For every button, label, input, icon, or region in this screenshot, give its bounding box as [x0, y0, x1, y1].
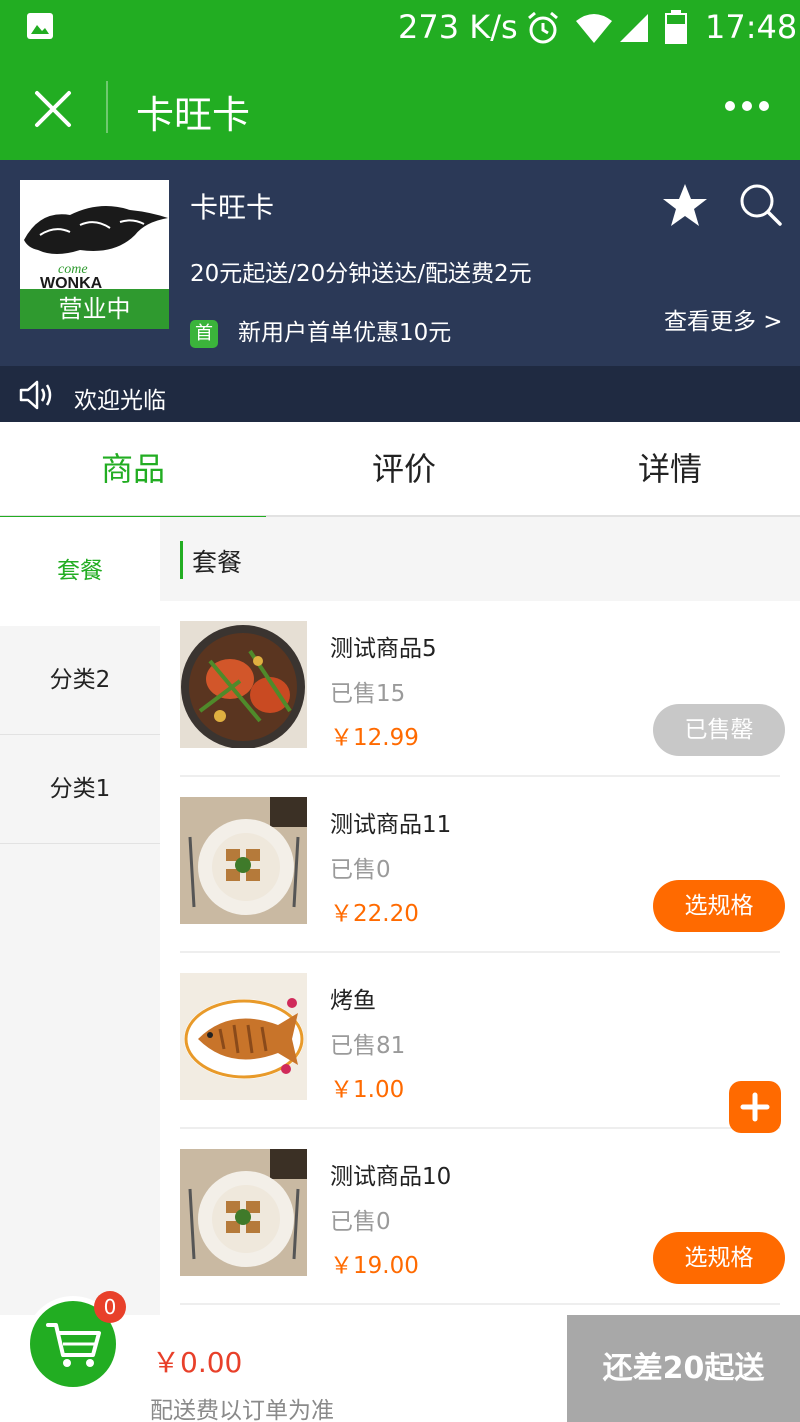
cart-total: ￥0.00: [152, 1346, 243, 1379]
category-item-1[interactable]: 分类1: [0, 735, 160, 844]
product-name: 测试商品11: [330, 812, 452, 838]
cart-count-badge: 0: [94, 1291, 126, 1323]
tab-details[interactable]: 详情: [537, 422, 800, 517]
close-icon[interactable]: [32, 88, 74, 130]
view-more-link[interactable]: 查看更多 >: [664, 302, 783, 336]
choose-spec-button[interactable]: 选规格: [653, 880, 785, 932]
checkout-button[interactable]: 还差20起送: [567, 1315, 800, 1422]
image-icon: [27, 13, 53, 39]
product-sold-count: 已售15: [330, 681, 406, 707]
section-header: 套餐: [160, 517, 800, 601]
add-to-cart-button[interactable]: [729, 1081, 781, 1133]
product-sold-count: 已售0: [330, 857, 391, 883]
notice-bar: 欢迎光临: [0, 366, 800, 422]
alarm-icon: [528, 11, 558, 44]
search-icon[interactable]: [738, 182, 782, 226]
section-accent-bar: [180, 541, 183, 579]
product-list: 测试商品5 已售15 ￥12.99 已售罄 测试商品11 已售0 ￥22.20 …: [160, 601, 800, 1317]
category-item-combo[interactable]: 套餐: [0, 517, 160, 626]
product-price: ￥22.20: [330, 901, 419, 927]
tab-bar: 商品 评价 详情: [0, 422, 800, 519]
notice-text: 欢迎光临: [74, 388, 166, 414]
product-image-plate: [180, 1149, 307, 1276]
product-price: ￥19.00: [330, 1253, 419, 1279]
battery-icon: [665, 10, 687, 44]
product-sold-count: 已售0: [330, 1209, 391, 1235]
nav-divider: [106, 81, 108, 133]
category-item-2[interactable]: 分类2: [0, 626, 160, 735]
signal-icon: [620, 14, 648, 42]
plus-icon: [740, 1092, 770, 1122]
product-item[interactable]: 测试商品5 已售15 ￥12.99 已售罄: [180, 601, 785, 777]
delivery-fee-note: 配送费以订单为准: [150, 1398, 334, 1422]
store-logo: come WONKA 营业中: [20, 180, 169, 329]
product-item[interactable]: 烤鱼 已售81 ￥1.00: [180, 953, 781, 1133]
sold-out-button: 已售罄: [653, 704, 785, 756]
cart-bar: 0 ￥0.00 配送费以订单为准 还差20起送: [0, 1291, 800, 1422]
product-name: 测试商品5: [330, 636, 437, 662]
product-name: 烤鱼: [330, 988, 376, 1014]
product-image-plate: [180, 797, 307, 924]
section-title: 套餐: [192, 548, 243, 577]
category-sidebar: 套餐 分类2 分类1: [0, 517, 160, 1317]
choose-spec-button[interactable]: 选规格: [653, 1232, 785, 1284]
product-image-fish: [180, 973, 307, 1100]
tab-goods[interactable]: 商品: [0, 422, 266, 519]
store-header: come WONKA 营业中 卡旺卡 20元起送/20分钟送达/配送费2元 首 …: [0, 160, 800, 366]
status-bar: 273 K/s 17:48: [0, 0, 800, 54]
store-status-badge: 营业中: [20, 289, 169, 329]
first-order-badge: 首: [190, 320, 218, 348]
more-icon[interactable]: [724, 98, 770, 114]
tab-reviews[interactable]: 评价: [271, 422, 537, 517]
product-name: 测试商品10: [330, 1164, 452, 1190]
wifi-icon: [576, 14, 612, 43]
product-price: ￥12.99: [330, 725, 419, 751]
favorite-star-icon[interactable]: [661, 182, 709, 228]
product-item[interactable]: 测试商品10 已售0 ￥19.00 选规格: [180, 1129, 785, 1305]
product-price: ￥1.00: [330, 1077, 405, 1103]
product-image-crab: [180, 621, 307, 748]
page-title: 卡旺卡: [136, 93, 251, 137]
delivery-info: 20元起送/20分钟送达/配送费2元: [190, 261, 532, 287]
clock: 17:48: [705, 8, 798, 46]
product-item[interactable]: 测试商品11 已售0 ￥22.20 选规格: [180, 777, 785, 953]
promo-text: 新用户首单优惠10元: [238, 320, 452, 346]
store-name: 卡旺卡: [190, 191, 275, 224]
network-speed: 273 K/s: [398, 8, 518, 46]
nav-bar: 卡旺卡: [0, 54, 800, 160]
speaker-icon: [19, 380, 52, 410]
product-sold-count: 已售81: [330, 1033, 406, 1059]
